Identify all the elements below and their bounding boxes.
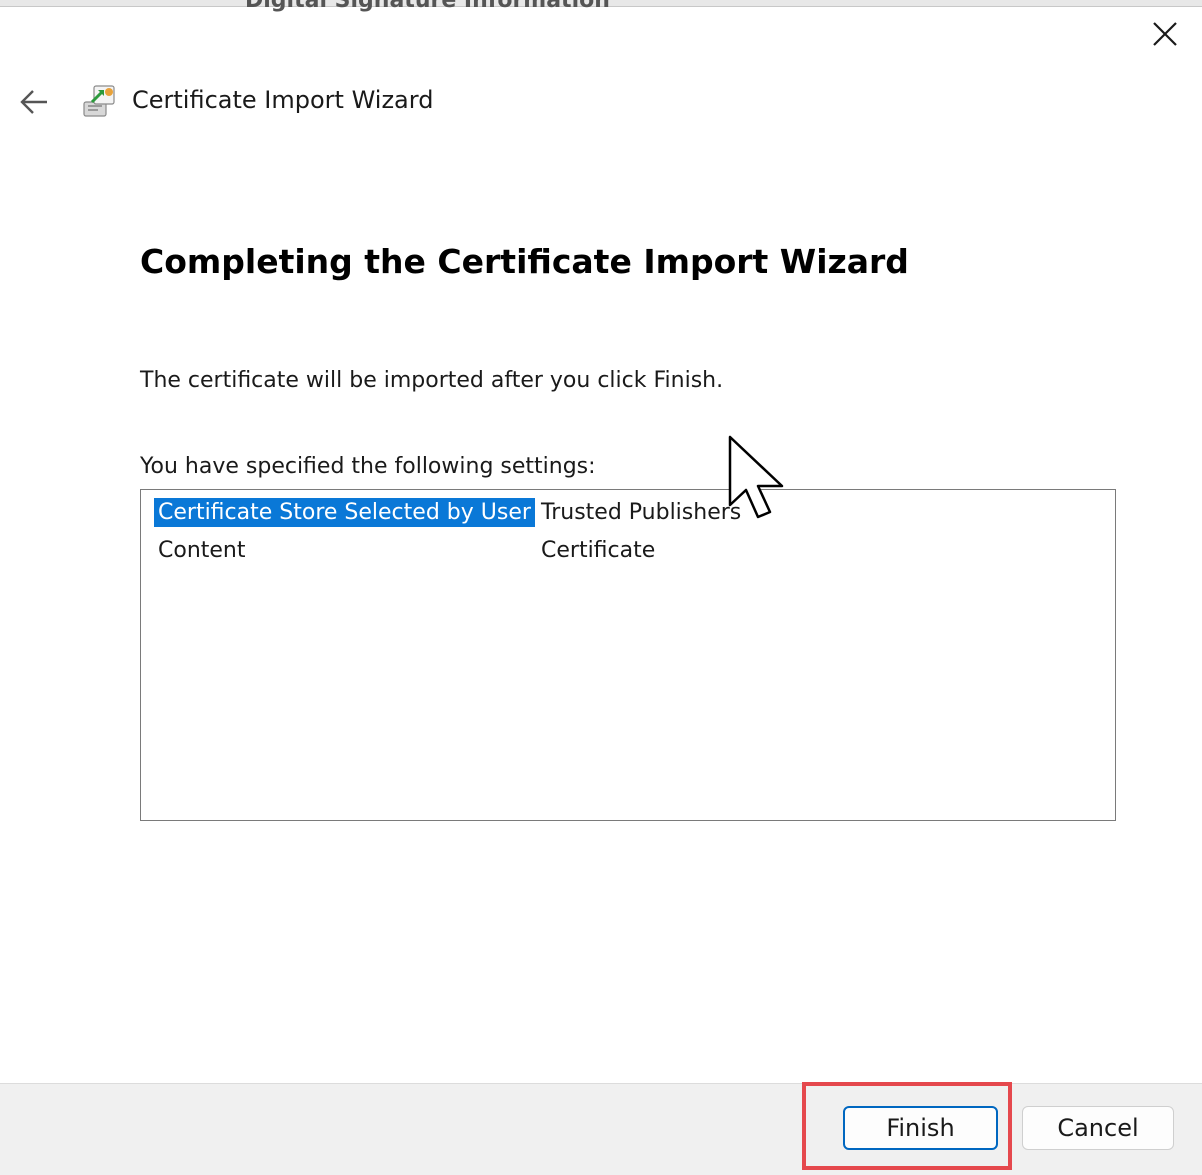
settings-list[interactable]: Certificate Store Selected by User Trust… <box>140 489 1116 821</box>
cancel-button[interactable]: Cancel <box>1022 1106 1174 1150</box>
settings-row-key: Certificate Store Selected by User <box>154 498 535 527</box>
settings-row-value: Trusted Publishers <box>541 500 742 525</box>
settings-row-value: Certificate <box>541 538 656 563</box>
background-window-title: Digital Signature Information <box>245 0 610 13</box>
background-window-edge: Digital Signature Information <box>0 0 1202 13</box>
close-icon <box>1153 22 1177 46</box>
settings-row[interactable]: Certificate Store Selected by User Trust… <box>141 496 1115 532</box>
close-button[interactable] <box>1140 12 1190 56</box>
finish-button[interactable]: Finish <box>843 1106 998 1150</box>
page-heading: Completing the Certificate Import Wizard <box>140 242 909 281</box>
settings-row[interactable]: Content Certificate <box>141 534 1115 570</box>
settings-row-key: Content <box>158 538 246 563</box>
info-text: The certificate will be imported after y… <box>140 368 724 393</box>
certificate-wizard-icon <box>83 85 115 117</box>
certificate-import-wizard-window: Digital Signature Information Certificat… <box>0 0 1202 1175</box>
wizard-title: Certificate Import Wizard <box>132 86 434 114</box>
settings-label: You have specified the following setting… <box>140 454 596 479</box>
arrow-left-icon <box>20 90 47 114</box>
back-button[interactable] <box>12 80 56 124</box>
